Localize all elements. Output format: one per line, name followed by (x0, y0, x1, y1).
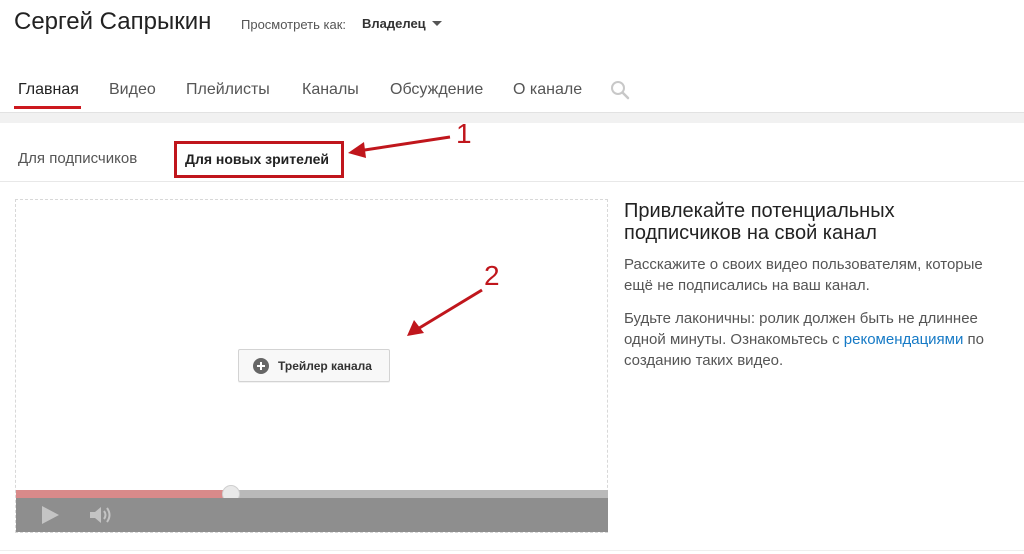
plus-icon (253, 357, 269, 374)
tab-playlists[interactable]: Плейлисты (186, 81, 270, 99)
add-trailer-button[interactable]: Трейлер канала (238, 349, 390, 382)
promo-paragraph-1: Расскажите о своих видео пользователям, … (624, 256, 983, 294)
view-as-value: Владелец (362, 16, 426, 31)
tab-about[interactable]: О канале (513, 81, 582, 99)
volume-icon[interactable] (88, 505, 114, 525)
add-trailer-label: Трейлер канала (278, 358, 372, 373)
annotation-arrow-1 (348, 135, 451, 158)
subtab-divider (0, 181, 1024, 182)
play-icon[interactable] (42, 506, 59, 524)
promo-paragraph-2: Будьте лаконичны: ролик должен быть не д… (624, 308, 1014, 371)
annotation-number-1: 1 (456, 118, 472, 149)
tab-videos[interactable]: Видео (109, 81, 156, 99)
chevron-down-icon (431, 21, 442, 26)
header-divider (0, 112, 1024, 123)
tab-home[interactable]: Главная (18, 81, 79, 99)
recommendations-link[interactable]: рекомендациями (844, 331, 964, 348)
bottom-divider (0, 550, 1024, 551)
view-as-dropdown[interactable]: Владелец (362, 16, 442, 31)
channel-title: Сергей Сапрыкин (14, 8, 212, 35)
progress-fill (16, 490, 229, 498)
tab-channels[interactable]: Каналы (302, 81, 359, 99)
active-tab-indicator (14, 106, 81, 109)
view-as-label: Просмотреть как: (241, 17, 347, 32)
annotation-highlight-box (174, 141, 344, 178)
subtab-subscribers[interactable]: Для подписчиков (18, 150, 137, 167)
promo-heading: Привлекайте потенциальных подписчиков на… (624, 200, 895, 244)
tab-discussion[interactable]: Обсуждение (390, 81, 483, 99)
search-icon[interactable] (610, 80, 630, 100)
